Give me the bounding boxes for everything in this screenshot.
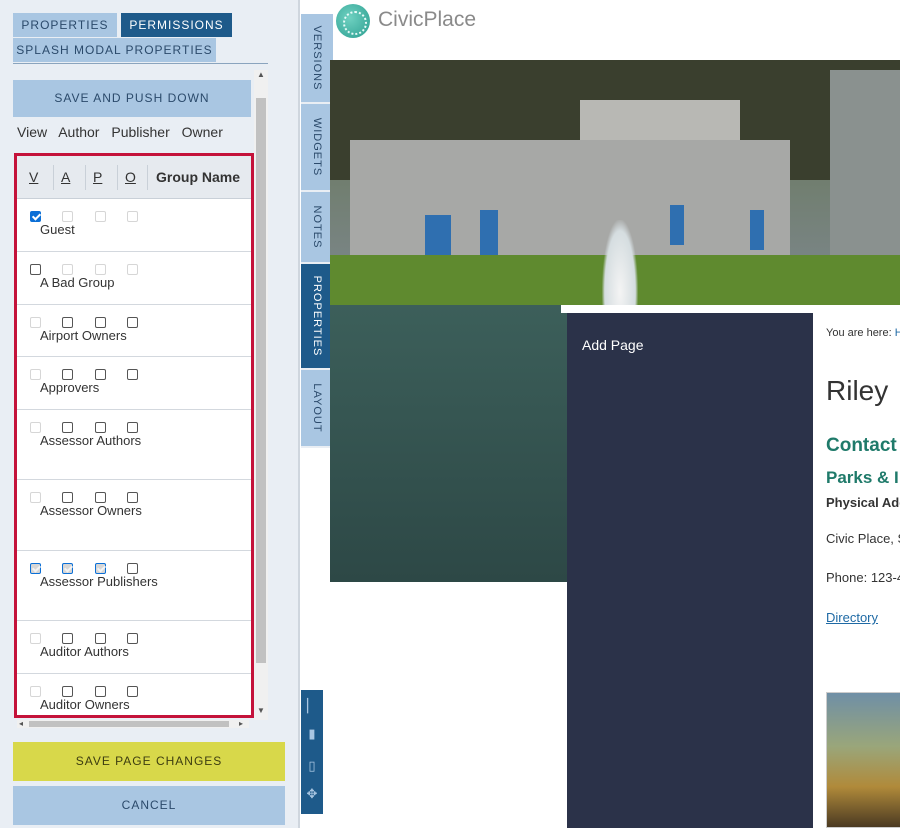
permissions-table-header: V A P O Group Name <box>17 156 251 199</box>
thumbnail-image[interactable] <box>826 692 900 828</box>
group-name: Auditor Authors <box>40 644 129 659</box>
scroll-left-icon[interactable]: ◂ <box>19 719 23 728</box>
add-page-panel[interactable]: Add Page <box>567 313 813 828</box>
document-icon[interactable]: ▯ <box>305 758 319 774</box>
group-name: Assessor Authors <box>40 433 142 448</box>
group-name: Approvers <box>40 380 100 395</box>
permission-row: Guest <box>17 199 251 252</box>
side-tab-versions[interactable]: Versions <box>301 14 333 104</box>
scroll-down-icon[interactable]: ▼ <box>257 706 265 715</box>
add-page-label[interactable]: Add Page <box>582 337 644 353</box>
header-group-name[interactable]: Group Name <box>156 169 240 185</box>
breadcrumb-home-link[interactable]: H <box>895 327 900 339</box>
permission-row: Assessor Authors <box>17 410 251 480</box>
directory-link[interactable]: Directory <box>826 610 878 625</box>
tab-divider <box>13 63 268 64</box>
horizontal-scrollbar[interactable]: ◂ ▸ <box>17 719 249 728</box>
header-view[interactable]: V <box>29 169 38 185</box>
permission-legend: View Author Publisher Owner <box>17 124 231 140</box>
contact-heading: Contact <box>826 435 897 456</box>
permission-row: Assessor Publishers <box>17 551 251 621</box>
phone-text: Phone: 123-4 <box>826 570 900 585</box>
side-tab-label: Properties <box>311 275 323 357</box>
breadcrumb-prefix: You are here: <box>826 327 892 339</box>
legend-owner: Owner <box>181 124 223 140</box>
mini-toolbar: ▏ ▮ ▯ ✥ <box>301 690 323 814</box>
legend-view: View <box>17 124 48 140</box>
scroll-up-icon[interactable]: ▲ <box>257 70 265 79</box>
page-layout-icon[interactable]: ▮ <box>305 726 319 742</box>
side-tab-label: Layout <box>311 383 323 433</box>
legend-publisher: Publisher <box>111 124 170 140</box>
page-content: You are here: H Riley Contact Parks & I … <box>813 305 900 828</box>
address-text: Civic Place, S <box>826 531 900 546</box>
breadcrumb: You are here: H <box>826 327 900 339</box>
permission-row: Auditor Authors <box>17 621 251 674</box>
save-and-push-down-button[interactable]: Save and Push Down <box>13 80 251 117</box>
address-label: Physical Add <box>826 495 900 510</box>
scroll-right-icon[interactable]: ▸ <box>239 719 243 728</box>
properties-panel: Properties Permissions Splash Modal Prop… <box>0 0 300 828</box>
side-tab-notes[interactable]: Notes <box>301 192 333 264</box>
header-owner[interactable]: O <box>125 169 136 185</box>
permission-row: Airport Owners <box>17 305 251 357</box>
tab-permissions[interactable]: Permissions <box>121 13 232 37</box>
permission-row: Auditor Owners <box>17 674 251 715</box>
tab-splash-modal-properties[interactable]: Splash Modal Properties <box>13 38 216 62</box>
cancel-button[interactable]: Cancel <box>13 786 285 825</box>
horizontal-scroll-thumb[interactable] <box>29 721 229 727</box>
page-title: Riley <box>826 375 889 406</box>
header-publisher[interactable]: P <box>93 169 102 185</box>
side-tab-label: Widgets <box>311 117 323 177</box>
permissions-table: V A P O Group Name Guest A Bad Group Airpo… <box>14 153 254 718</box>
side-tab-label: Notes <box>311 205 323 249</box>
side-tab-properties[interactable]: Properties <box>301 264 333 370</box>
department-name: Parks & I <box>826 468 899 487</box>
vertical-scroll-thumb[interactable] <box>256 98 266 663</box>
permission-row: Assessor Owners <box>17 480 251 551</box>
move-icon[interactable]: ✥ <box>305 786 319 802</box>
group-name: Airport Owners <box>40 328 127 343</box>
save-page-changes-button[interactable]: Save Page Changes <box>13 742 285 781</box>
group-name: Assessor Owners <box>40 503 142 518</box>
permission-row: Approvers <box>17 357 251 410</box>
side-tab-label: Versions <box>311 25 323 91</box>
panel-scroll-area: Save and Push Down View Author Publisher… <box>0 70 300 730</box>
header-author[interactable]: A <box>61 169 70 185</box>
content-top-border <box>561 305 813 313</box>
vertical-scrollbar[interactable]: ▲ ▼ <box>254 70 268 720</box>
tab-properties[interactable]: Properties <box>13 13 117 37</box>
align-left-icon[interactable]: ▏ <box>305 698 319 714</box>
group-name: Auditor Owners <box>40 697 130 712</box>
brand-name[interactable]: CivicPlace <box>378 8 476 32</box>
side-tab-widgets[interactable]: Widgets <box>301 104 333 192</box>
group-name: A Bad Group <box>40 275 115 290</box>
civicplace-logo-icon[interactable] <box>336 4 370 38</box>
permission-row: A Bad Group <box>17 252 251 305</box>
group-name: Guest <box>40 222 75 237</box>
group-name: Assessor Publishers <box>40 574 158 589</box>
side-tab-layout[interactable]: Layout <box>301 370 333 448</box>
legend-author: Author <box>58 124 100 140</box>
